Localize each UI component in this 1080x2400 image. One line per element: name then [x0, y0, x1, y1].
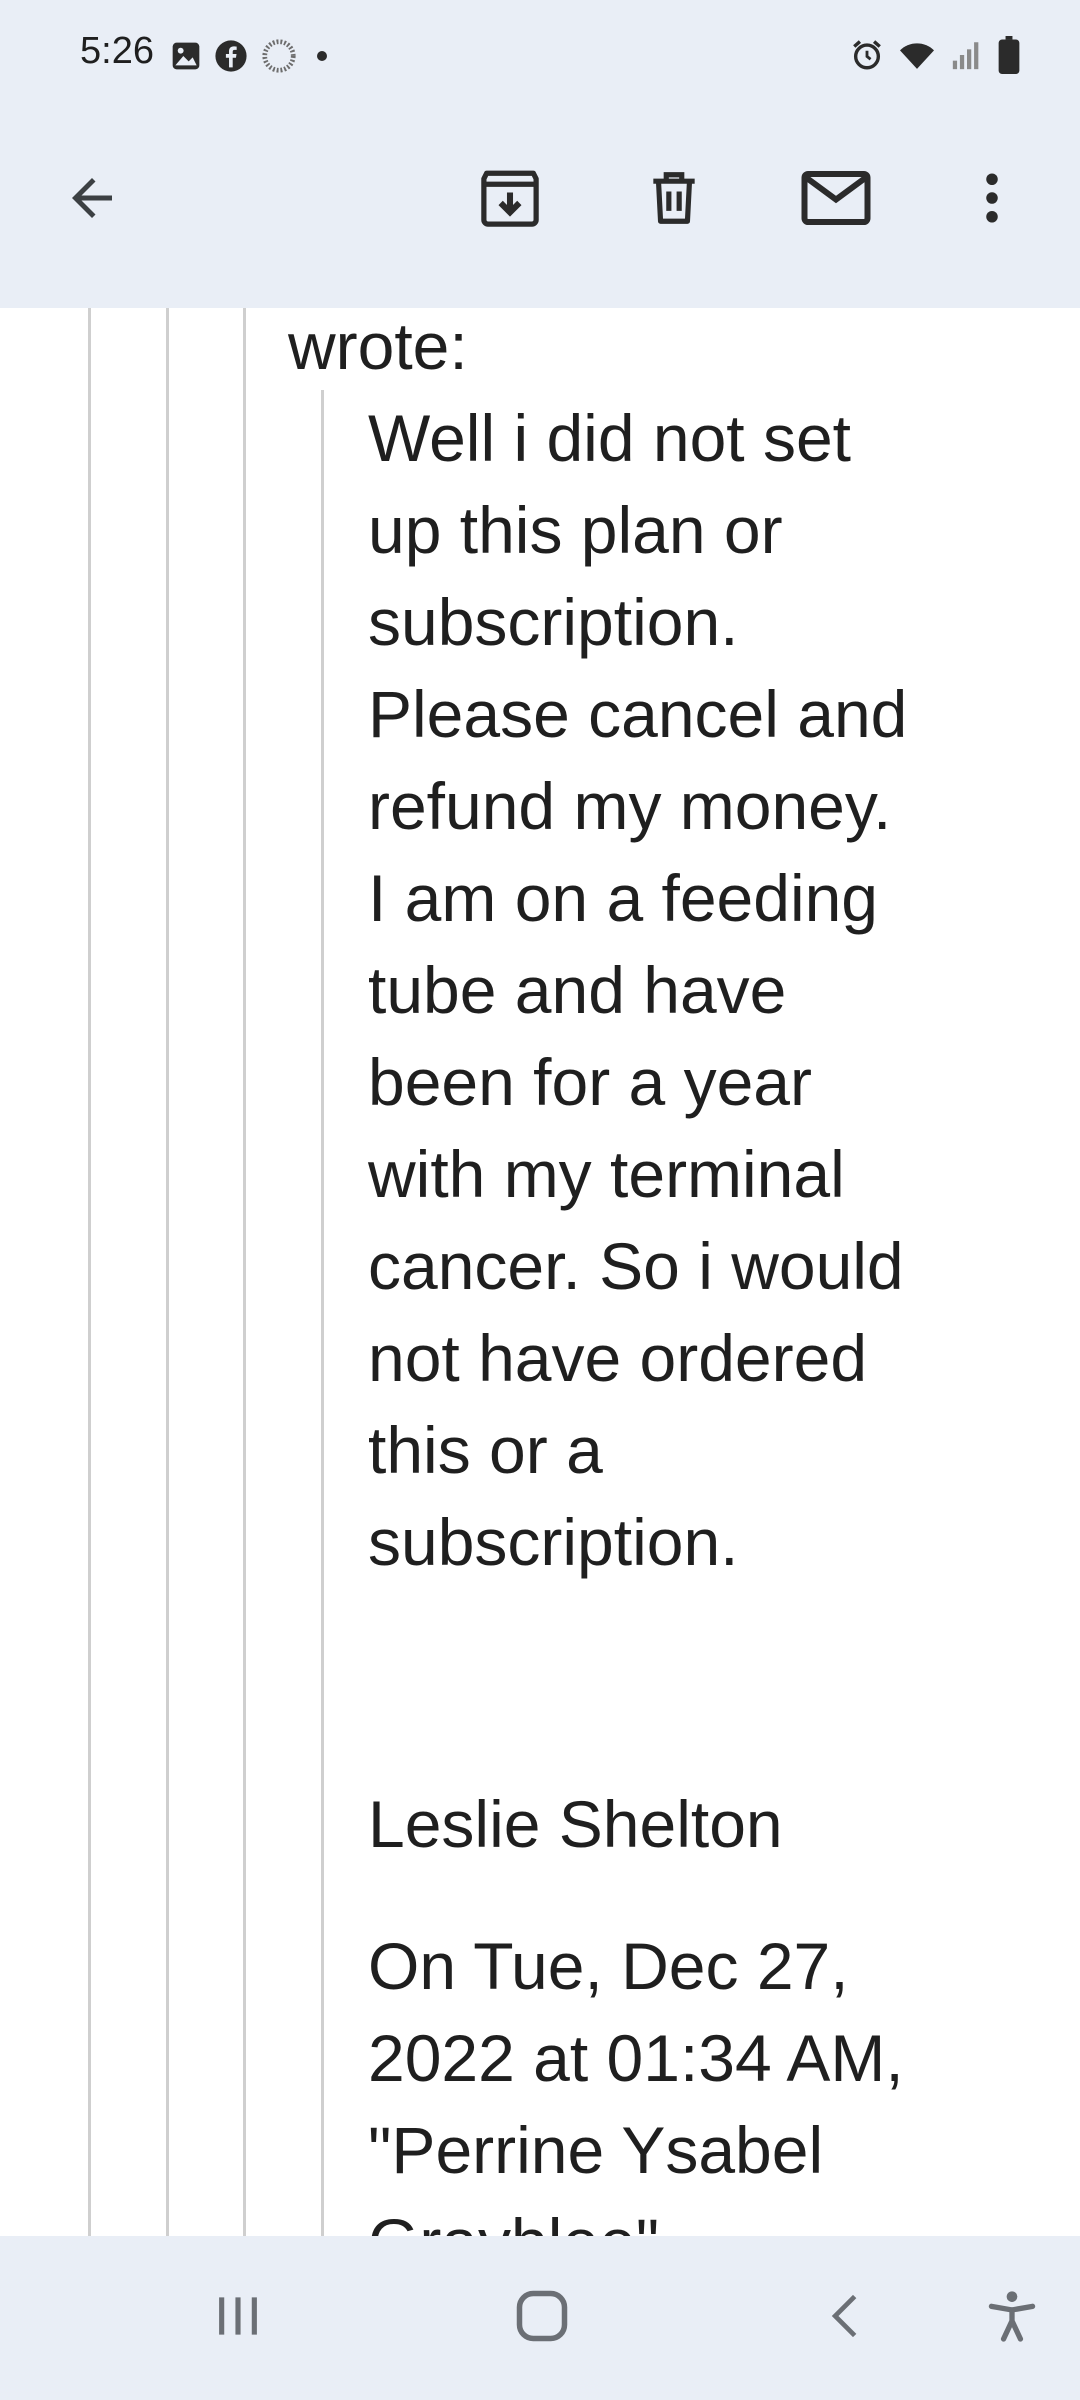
mark-unread-button[interactable] [786, 148, 886, 248]
mail-icon [800, 165, 872, 231]
app-bar [0, 110, 1080, 308]
dot-icon [310, 44, 334, 68]
email-content[interactable]: wrote: Well i did not set up this plan o… [0, 308, 1080, 2236]
quote-indent-line [166, 308, 169, 2236]
facebook-icon [214, 39, 248, 73]
quote-indent-line [243, 308, 246, 2236]
signal-icon [950, 38, 984, 72]
archive-button[interactable] [460, 148, 560, 248]
accessibility-icon [983, 2286, 1041, 2351]
system-navigation-bar [0, 2236, 1080, 2400]
more-options-button[interactable] [942, 148, 1042, 248]
quote-attribution-fragment: wrote: [288, 309, 468, 383]
battery-icon [998, 36, 1020, 74]
recent-apps-icon [210, 2288, 266, 2349]
status-system-icons [850, 34, 1020, 76]
archive-icon [477, 165, 543, 231]
nav-back-button[interactable] [796, 2268, 896, 2368]
status-time: 5:26 [80, 30, 154, 72]
quote-indent-line [321, 390, 324, 2236]
status-bar: 5:26 [0, 0, 1080, 110]
more-vert-icon [962, 168, 1022, 228]
quoted-message-body: Well i did not set up this plan or subsc… [368, 401, 908, 1579]
arrow-back-icon [62, 168, 122, 228]
delete-button[interactable] [624, 148, 724, 248]
alarm-icon [850, 38, 884, 72]
accessibility-button[interactable] [962, 2268, 1062, 2368]
recent-apps-button[interactable] [188, 2268, 288, 2368]
back-button[interactable] [42, 148, 142, 248]
quote-indent-line [88, 308, 91, 2236]
back-icon [820, 2286, 872, 2351]
quoted-reply-header: On Tue, Dec 27, 2022 at 01:34 AM, "Perri… [368, 1929, 904, 2236]
gallery-icon [170, 40, 202, 72]
wifi-icon [898, 38, 936, 72]
sender-signature: Leslie Shelton [368, 1787, 783, 1861]
home-icon [512, 2286, 572, 2351]
delete-icon [643, 167, 705, 229]
home-button[interactable] [492, 2268, 592, 2368]
loading-ring-icon [260, 37, 298, 75]
status-notification-icons [170, 36, 334, 76]
